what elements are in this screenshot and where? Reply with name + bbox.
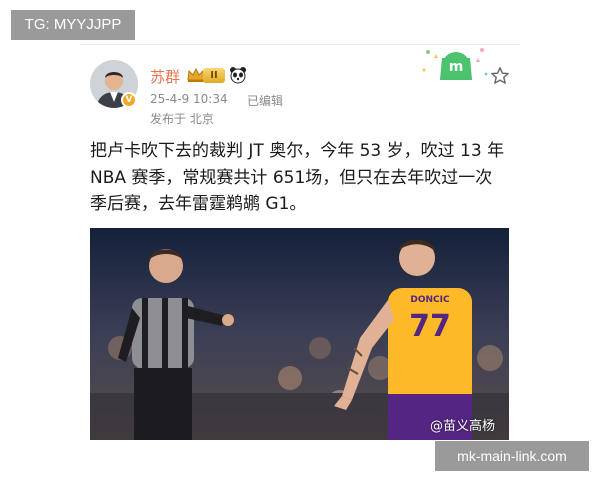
- post-text-line: 季后赛，去年雷霆鹈鹕 G1。: [90, 194, 307, 214]
- jersey-number: 77: [409, 309, 451, 344]
- edited-label: 已编辑: [247, 94, 284, 108]
- tg-label: TG: MYYJJPP: [11, 10, 135, 40]
- star-icon[interactable]: [490, 66, 510, 86]
- post-location: 发布于 北京: [150, 112, 214, 126]
- jersey-name: DONCIC: [410, 295, 450, 305]
- post-photo[interactable]: DONCIC 77: [90, 228, 509, 440]
- level-badge: II: [203, 68, 225, 83]
- post-text-line: 把卢卡吹下去的裁判 JT 奥尔，今年 53 岁，吹过 13 年: [90, 141, 505, 161]
- post-text-line: NBA 赛季，常规赛共计 651场，但只在去年吹过一次: [90, 167, 493, 188]
- sticker-deco-icon: m: [422, 48, 488, 80]
- post-time: 25-4-9 10:34: [150, 92, 228, 106]
- photo-watermark: @苗义高杨: [430, 419, 496, 434]
- svg-text:m: m: [449, 59, 464, 75]
- verified-badge-icon: V: [121, 92, 137, 108]
- panda-badge-icon: [230, 67, 246, 84]
- author-name[interactable]: 苏群: [150, 66, 180, 87]
- post-text: 把卢卡吹下去的裁判 JT 奥尔，今年 53 岁，吹过 13 年 NBA 赛季，常…: [90, 138, 520, 218]
- link-label: mk-main-link.com: [435, 441, 589, 471]
